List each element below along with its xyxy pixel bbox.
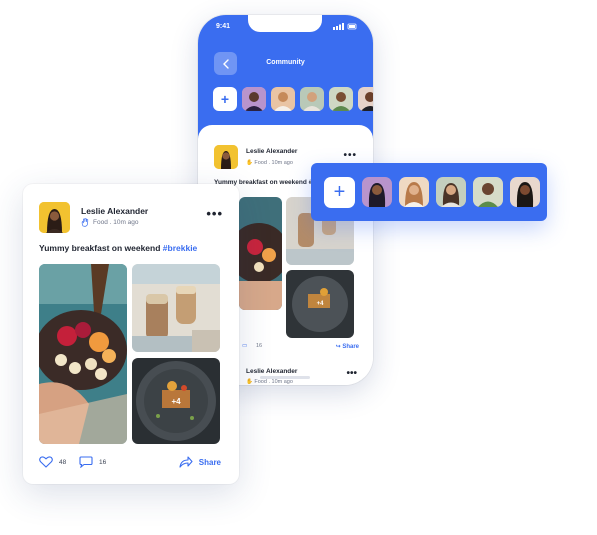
more-photos-badge: +4	[171, 396, 181, 406]
heart-icon	[39, 456, 53, 468]
home-indicator	[260, 376, 310, 379]
post-meta: ✋ Food . 10m ago	[246, 160, 293, 166]
more-options-icon[interactable]: •••	[346, 368, 357, 379]
comment-button[interactable]: 16	[79, 456, 106, 468]
post-image[interactable]: +4	[132, 358, 220, 444]
status-time: 9:41	[216, 23, 231, 30]
comment-count: 16	[256, 343, 263, 349]
story-avatar[interactable]	[242, 87, 266, 111]
stories-row: +	[213, 87, 373, 111]
like-button[interactable]: 48	[39, 456, 66, 468]
share-label: Share	[198, 457, 221, 467]
story-avatar[interactable]	[358, 87, 373, 111]
share-icon	[179, 456, 193, 468]
page-title: Community	[266, 59, 305, 66]
story-avatar[interactable]	[300, 87, 324, 111]
phone-header: 9:41 Community +	[198, 15, 373, 141]
story-avatar[interactable]	[510, 177, 540, 207]
post-meta: Food . 10m ago	[81, 218, 139, 227]
post-actions: 48 16 Share	[39, 456, 221, 470]
post-meta-text: Food . 10m ago	[254, 160, 293, 166]
story-avatar[interactable]	[473, 177, 503, 207]
more-options-icon[interactable]: •••	[343, 150, 357, 161]
post-author[interactable]: Leslie Alexander	[246, 368, 297, 375]
share-button[interactable]: ↪ Share	[336, 343, 359, 350]
post-card: Leslie Alexander Food . 10m ago ••• Yumm…	[23, 184, 239, 484]
food-icon: ✋	[246, 160, 253, 166]
post-author[interactable]: Leslie Alexander	[81, 206, 148, 216]
post-meta: ✋ Food . 10m ago	[246, 379, 293, 385]
comment-icon	[79, 456, 93, 468]
post-author[interactable]: Leslie Alexander	[246, 148, 297, 155]
post-image[interactable]	[239, 197, 282, 310]
post-caption: Yummy breakfast on weekend #brekkie	[39, 243, 197, 253]
phone-notch	[248, 15, 322, 32]
post-meta-text: Food . 10m ago	[254, 379, 293, 385]
story-avatar[interactable]	[399, 177, 429, 207]
caption-text: Yummy breakfast on weekend	[39, 243, 163, 253]
share-icon: ↪	[335, 344, 341, 350]
comment-icon[interactable]: ▭	[242, 343, 247, 349]
story-avatar[interactable]	[436, 177, 466, 207]
more-options-icon[interactable]: •••	[206, 206, 223, 221]
add-story-button[interactable]: +	[213, 87, 237, 111]
share-button[interactable]: Share	[179, 456, 221, 468]
story-avatar[interactable]	[329, 87, 353, 111]
hand-icon	[81, 218, 89, 227]
more-photos-badge: +4	[316, 301, 324, 307]
avatar[interactable]	[214, 145, 238, 169]
comment-count: 16	[99, 458, 107, 466]
like-count: 48	[59, 458, 67, 466]
status-icons	[333, 23, 357, 30]
post-image[interactable]: +4	[286, 270, 354, 338]
stories-bar: +	[311, 163, 547, 221]
share-label: Share	[342, 344, 359, 350]
post-image[interactable]	[132, 264, 220, 352]
hashtag-link[interactable]: #brekkie	[163, 243, 198, 253]
post-image[interactable]	[39, 264, 127, 444]
avatar[interactable]	[39, 202, 70, 233]
food-icon: ✋	[246, 379, 253, 385]
add-story-button[interactable]: +	[324, 176, 355, 208]
post-meta-text: Food . 10m ago	[93, 219, 139, 226]
story-avatar[interactable]	[271, 87, 295, 111]
story-avatar[interactable]	[362, 177, 392, 207]
